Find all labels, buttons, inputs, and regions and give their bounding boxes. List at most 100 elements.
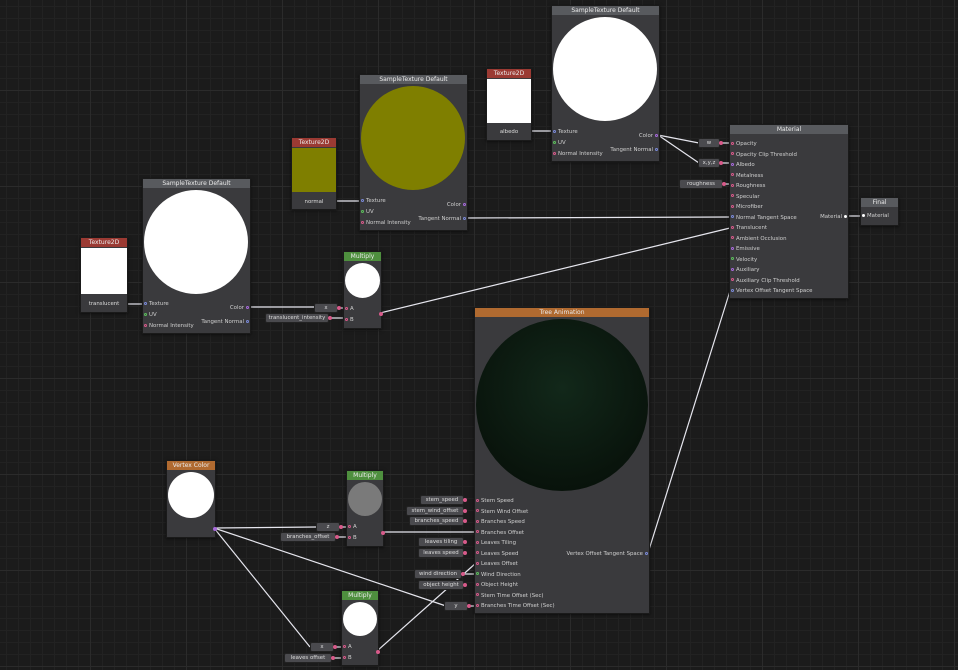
- port-dot: [553, 151, 556, 155]
- property-xyz[interactable]: x,y,z: [698, 158, 723, 168]
- port-label: Object Height: [481, 582, 519, 588]
- port-label: A: [353, 524, 357, 530]
- material-input-emissive[interactable]: Emissive: [731, 246, 760, 252]
- property-stem-wind-offset[interactable]: stem_wind_offset: [406, 506, 467, 516]
- tree-input-leaves-offset[interactable]: Leaves Offset: [476, 561, 518, 567]
- port-label: Ambient Occlusion: [736, 235, 787, 242]
- material-input-albedo[interactable]: Albedo: [731, 162, 755, 168]
- property-x-bottom[interactable]: x: [310, 642, 337, 652]
- material-input-metalness[interactable]: Metalness: [731, 173, 763, 179]
- multiply-node-bottom[interactable]: Multiply A B: [341, 590, 380, 666]
- output-color[interactable]: Color: [639, 133, 658, 139]
- tree-animation-node[interactable]: Tree Animation Stem Speed Stem Wind Offse…: [474, 307, 650, 614]
- property-x[interactable]: x: [314, 303, 341, 313]
- output-material[interactable]: Material: [820, 214, 847, 220]
- input-uv[interactable]: UV: [553, 140, 566, 146]
- property-stem-speed[interactable]: stem_speed: [420, 495, 467, 505]
- input-b[interactable]: B: [343, 655, 352, 661]
- input-normal-intensity[interactable]: Normal Intensity: [361, 220, 411, 226]
- property-leaves-speed[interactable]: leaves speed: [418, 548, 467, 558]
- result-preview: [476, 319, 648, 491]
- tree-input-stem-speed[interactable]: Stem Speed: [476, 498, 514, 504]
- property-branches-speed[interactable]: branches_speed: [409, 516, 467, 526]
- wire-albedo-color-w: [657, 134, 700, 144]
- output-tangent-normal[interactable]: Tangent Normal: [201, 319, 249, 325]
- output-tangent-normal[interactable]: Tangent Normal: [610, 147, 658, 153]
- material-node[interactable]: Material Opacity Opacity Clip Threshold Al…: [729, 124, 849, 299]
- property-branches-offset[interactable]: branches_offset: [280, 532, 339, 542]
- property-translucent-intensity[interactable]: translucent_intensity: [265, 313, 332, 323]
- material-input-roughness[interactable]: Roughness: [731, 183, 765, 189]
- tree-input-branches-offset[interactable]: Branches Offset: [476, 530, 524, 536]
- port-label: Normal Tangent Space: [736, 214, 797, 221]
- material-input-auxiliary-clip-threshold[interactable]: Auxiliary Clip Threshold: [731, 278, 800, 284]
- property-roughness[interactable]: roughness: [679, 179, 726, 189]
- input-a[interactable]: A: [348, 524, 357, 530]
- tree-input-stem-wind-offset[interactable]: Stem Wind Offset: [476, 509, 528, 515]
- texture2d-node-albedo[interactable]: Texture2D albedo: [486, 68, 532, 141]
- output-tangent-normal[interactable]: Tangent Normal: [418, 216, 466, 222]
- input-a[interactable]: A: [343, 644, 352, 650]
- tree-input-stem-time-offset-sec[interactable]: Stem Time Offset (Sec): [476, 593, 544, 599]
- input-material[interactable]: Material: [862, 213, 889, 219]
- material-input-velocity[interactable]: Velocity: [731, 257, 757, 263]
- texture2d-node-translucent[interactable]: Texture2D translucent: [80, 237, 128, 313]
- vertex-color-node[interactable]: Vertex Color: [166, 460, 217, 538]
- output-pin[interactable]: [381, 531, 385, 535]
- tree-input-wind-direction[interactable]: Wind Direction: [476, 572, 521, 578]
- material-input-microfiber[interactable]: Microfiber: [731, 204, 763, 210]
- port-label: Normal Intensity: [558, 151, 603, 157]
- output-color[interactable]: Color: [447, 202, 466, 208]
- material-input-translucent[interactable]: Translucent: [731, 225, 767, 231]
- port-label: A: [350, 306, 354, 312]
- property-object-height[interactable]: object height: [418, 580, 467, 590]
- input-texture[interactable]: Texture: [361, 198, 386, 204]
- material-input-specular[interactable]: Specular: [731, 194, 760, 200]
- tree-input-branches-time-offset-sec[interactable]: Branches Time Offset (Sec): [476, 603, 555, 609]
- output-vertex-offset[interactable]: Vertex Offset Tangent Space: [567, 551, 648, 557]
- sample-texture-node-albedo[interactable]: SampleTexture Default Texture UV Normal …: [551, 5, 660, 162]
- sample-texture-node-normal[interactable]: SampleTexture Default Texture UV Normal …: [359, 74, 468, 231]
- material-input-normal-tangent-space[interactable]: Normal Tangent Space: [731, 215, 797, 221]
- material-input-opacity[interactable]: Opacity: [731, 141, 757, 147]
- final-node[interactable]: Final Material: [860, 197, 899, 226]
- material-input-auxiliary[interactable]: Auxiliary: [731, 267, 760, 273]
- port-dot: [463, 202, 466, 206]
- material-input-opacity-clip-threshold[interactable]: Opacity Clip Threshold: [731, 152, 797, 158]
- property-y[interactable]: y: [444, 601, 471, 611]
- property-wind-direction[interactable]: wind direction: [414, 569, 465, 579]
- texture2d-node-normal[interactable]: Texture2D normal: [291, 137, 337, 210]
- port-dot: [476, 551, 479, 554]
- property-z[interactable]: z: [316, 522, 343, 532]
- property-leaves-offset[interactable]: leaves offset: [284, 653, 335, 663]
- output-color[interactable]: Color: [230, 305, 249, 311]
- tree-input-branches-speed[interactable]: Branches Speed: [476, 519, 525, 525]
- property-w[interactable]: w: [698, 138, 723, 148]
- input-uv[interactable]: UV: [144, 312, 157, 318]
- node-title: Texture2D: [292, 138, 336, 147]
- input-b[interactable]: B: [345, 317, 354, 323]
- tree-input-leaves-tiling[interactable]: Leaves Tiling: [476, 540, 516, 546]
- tree-input-object-height[interactable]: Object Height: [476, 582, 518, 588]
- tree-input-leaves-speed[interactable]: Leaves Speed: [476, 551, 518, 557]
- input-uv[interactable]: UV: [361, 209, 374, 215]
- port-dot: [731, 278, 734, 281]
- material-input-ambient-occlusion[interactable]: Ambient Occlusion: [731, 236, 787, 242]
- multiply-node-top[interactable]: Multiply A B: [343, 251, 383, 329]
- output-pin[interactable]: [213, 527, 217, 531]
- property-leaves-tiling[interactable]: leaves tiling: [418, 537, 467, 547]
- sample-texture-node-translucent[interactable]: SampleTexture Default Texture UV Normal …: [142, 178, 251, 334]
- input-texture[interactable]: Texture: [553, 129, 578, 135]
- port-label: A: [348, 644, 352, 650]
- input-texture[interactable]: Texture: [144, 301, 169, 307]
- output-pin[interactable]: [376, 650, 380, 654]
- multiply-node-mid[interactable]: Multiply A B: [346, 470, 385, 547]
- input-b[interactable]: B: [348, 535, 357, 541]
- color-preview: [144, 190, 248, 294]
- port-label: Normal Intensity: [149, 323, 194, 329]
- input-a[interactable]: A: [345, 306, 354, 312]
- input-normal-intensity[interactable]: Normal Intensity: [553, 151, 603, 157]
- material-input-vertex-offset-tangent-space[interactable]: Vertex Offset Tangent Space: [731, 288, 812, 294]
- output-pin[interactable]: [379, 312, 383, 316]
- input-normal-intensity[interactable]: Normal Intensity: [144, 323, 194, 329]
